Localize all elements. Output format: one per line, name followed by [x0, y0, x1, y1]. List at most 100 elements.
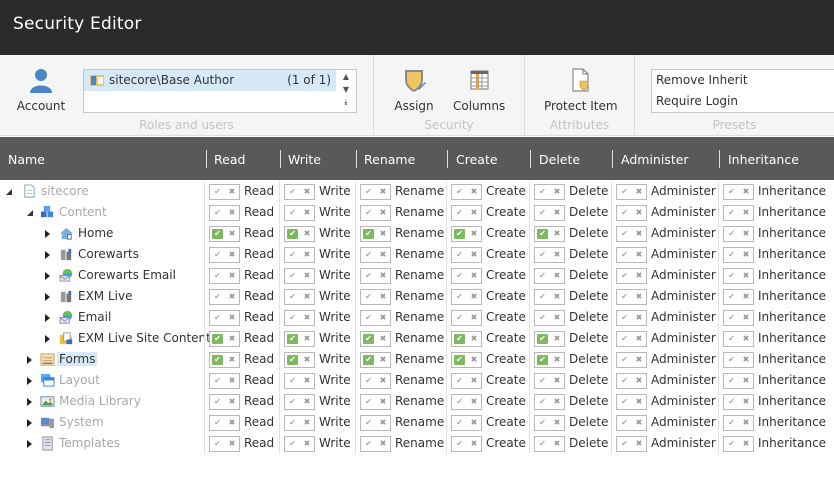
- allow-unchecked-icon[interactable]: ✔: [212, 250, 223, 260]
- allow-unchecked-icon[interactable]: ✔: [287, 250, 298, 260]
- permission-toggle-create[interactable]: ✔ ✖: [451, 184, 482, 200]
- deny-icon[interactable]: ✖: [227, 187, 237, 197]
- deny-icon[interactable]: ✖: [634, 229, 644, 239]
- allow-unchecked-icon[interactable]: ✔: [726, 397, 737, 407]
- deny-icon[interactable]: ✖: [227, 397, 237, 407]
- deny-icon[interactable]: ✖: [302, 250, 312, 260]
- deny-icon[interactable]: ✖: [227, 292, 237, 302]
- allow-unchecked-icon[interactable]: ✔: [212, 271, 223, 281]
- allow-unchecked-icon[interactable]: ✔: [537, 376, 548, 386]
- deny-icon[interactable]: ✖: [469, 250, 479, 260]
- permission-toggle-rename[interactable]: ✔ ✖: [360, 415, 391, 431]
- permission-toggle-delete[interactable]: ✔ ✖: [534, 373, 565, 389]
- deny-icon[interactable]: ✖: [378, 229, 388, 239]
- tree-row-content[interactable]: Content ✔ ✖ Read ✔ ✖ Write ✔ ✖ Rename ✔ ✖ Create ✔ ✖ De…: [0, 202, 834, 223]
- protect-item-button[interactable]: Protect Item: [544, 67, 618, 113]
- allow-unchecked-icon[interactable]: ✔: [537, 439, 548, 449]
- allow-unchecked-icon[interactable]: ✔: [363, 418, 374, 428]
- permission-toggle-create[interactable]: ✔ ✖: [451, 268, 482, 284]
- allow-unchecked-icon[interactable]: ✔: [287, 439, 298, 449]
- permission-toggle-write[interactable]: ✔ ✖: [284, 205, 315, 221]
- allow-checked-icon[interactable]: ✔: [287, 334, 298, 344]
- column-header-read[interactable]: Read: [214, 152, 245, 167]
- tree-row-exm-live-site-content[interactable]: EXM Live Site Content ✔ ✖ Read ✔ ✖ Write ✔ ✖ Rena…: [0, 328, 834, 349]
- allow-unchecked-icon[interactable]: ✔: [537, 208, 548, 218]
- presets-list[interactable]: Remove Inherit Require Login: [651, 69, 834, 113]
- deny-icon[interactable]: ✖: [302, 208, 312, 218]
- permission-toggle-administer[interactable]: ✔ ✖: [616, 373, 647, 389]
- tree-node-label[interactable]: EXM Live Site Content: [76, 331, 213, 345]
- permission-toggle-create[interactable]: ✔ ✖: [451, 310, 482, 326]
- tree-node-label[interactable]: Content: [57, 205, 109, 219]
- permission-toggle-delete[interactable]: ✔ ✖: [534, 352, 565, 368]
- preset-require-login[interactable]: Require Login: [652, 91, 834, 112]
- allow-unchecked-icon[interactable]: ✔: [363, 271, 374, 281]
- deny-icon[interactable]: ✖: [741, 292, 751, 302]
- permission-toggle-delete[interactable]: ✔ ✖: [534, 415, 565, 431]
- roles-list-scroller[interactable]: ▲ ▼ ⯯: [336, 70, 356, 112]
- permission-toggle-rename[interactable]: ✔ ✖: [360, 352, 391, 368]
- allow-unchecked-icon[interactable]: ✔: [619, 292, 630, 302]
- permission-toggle-inheritance[interactable]: ✔ ✖: [723, 352, 754, 368]
- allow-unchecked-icon[interactable]: ✔: [454, 418, 465, 428]
- deny-icon[interactable]: ✖: [378, 376, 388, 386]
- deny-icon[interactable]: ✖: [634, 334, 644, 344]
- deny-icon[interactable]: ✖: [552, 208, 562, 218]
- allow-unchecked-icon[interactable]: ✔: [454, 397, 465, 407]
- column-header-inheritance[interactable]: Inheritance: [728, 152, 799, 167]
- permission-toggle-inheritance[interactable]: ✔ ✖: [723, 184, 754, 200]
- deny-icon[interactable]: ✖: [634, 397, 644, 407]
- permission-toggle-create[interactable]: ✔ ✖: [451, 352, 482, 368]
- allow-checked-icon[interactable]: ✔: [537, 355, 548, 365]
- expand-arrow-icon[interactable]: [45, 230, 50, 238]
- deny-icon[interactable]: ✖: [302, 313, 312, 323]
- allow-unchecked-icon[interactable]: ✔: [619, 376, 630, 386]
- allow-unchecked-icon[interactable]: ✔: [537, 292, 548, 302]
- deny-icon[interactable]: ✖: [302, 397, 312, 407]
- deny-icon[interactable]: ✖: [741, 418, 751, 428]
- deny-icon[interactable]: ✖: [634, 208, 644, 218]
- allow-unchecked-icon[interactable]: ✔: [287, 292, 298, 302]
- permission-toggle-write[interactable]: ✔ ✖: [284, 247, 315, 263]
- permission-toggle-administer[interactable]: ✔ ✖: [616, 268, 647, 284]
- permission-toggle-read[interactable]: ✔ ✖: [209, 415, 240, 431]
- permission-toggle-administer[interactable]: ✔ ✖: [616, 247, 647, 263]
- allow-unchecked-icon[interactable]: ✔: [537, 271, 548, 281]
- permission-toggle-write[interactable]: ✔ ✖: [284, 226, 315, 242]
- deny-icon[interactable]: ✖: [741, 397, 751, 407]
- tree-row-layout[interactable]: Layout ✔ ✖ Read ✔ ✖ Write ✔ ✖ Rename ✔ ✖ Create ✔ ✖ Del…: [0, 370, 834, 391]
- column-header-name[interactable]: Name: [8, 152, 45, 167]
- deny-icon[interactable]: ✖: [634, 271, 644, 281]
- deny-icon[interactable]: ✖: [469, 208, 479, 218]
- permission-toggle-rename[interactable]: ✔ ✖: [360, 205, 391, 221]
- allow-checked-icon[interactable]: ✔: [363, 334, 374, 344]
- expand-arrow-icon[interactable]: [27, 440, 32, 448]
- allow-unchecked-icon[interactable]: ✔: [619, 334, 630, 344]
- tree-row-exm-live[interactable]: EXM Live ✔ ✖ Read ✔ ✖ Write ✔ ✖ Rename ✔ ✖ Create ✔ ✖ D…: [0, 286, 834, 307]
- allow-unchecked-icon[interactable]: ✔: [726, 229, 737, 239]
- permission-toggle-write[interactable]: ✔ ✖: [284, 331, 315, 347]
- permission-toggle-read[interactable]: ✔ ✖: [209, 226, 240, 242]
- deny-icon[interactable]: ✖: [552, 355, 562, 365]
- tree-row-media-library[interactable]: Media Library ✔ ✖ Read ✔ ✖ Write ✔ ✖ Rename ✔ ✖ Crea…: [0, 391, 834, 412]
- collapse-arrow-icon[interactable]: [27, 210, 33, 216]
- deny-icon[interactable]: ✖: [302, 439, 312, 449]
- permission-toggle-create[interactable]: ✔ ✖: [451, 436, 482, 452]
- permission-toggle-administer[interactable]: ✔ ✖: [616, 310, 647, 326]
- roles-and-users-list[interactable]: sitecore\Base Author (1 of 1) ▲ ▼ ⯯: [83, 69, 357, 113]
- expand-arrow-icon[interactable]: [27, 356, 32, 364]
- allow-checked-icon[interactable]: ✔: [454, 229, 465, 239]
- allow-unchecked-icon[interactable]: ✔: [454, 187, 465, 197]
- allow-unchecked-icon[interactable]: ✔: [454, 439, 465, 449]
- tree-row-corewarts-email[interactable]: Corewarts Email ✔ ✖ Read ✔ ✖ Write ✔ ✖ Rename ✔ ✖ Cr…: [0, 265, 834, 286]
- allow-unchecked-icon[interactable]: ✔: [537, 313, 548, 323]
- permission-toggle-administer[interactable]: ✔ ✖: [616, 205, 647, 221]
- deny-icon[interactable]: ✖: [227, 250, 237, 260]
- permission-toggle-read[interactable]: ✔ ✖: [209, 205, 240, 221]
- permission-toggle-write[interactable]: ✔ ✖: [284, 436, 315, 452]
- permission-toggle-read[interactable]: ✔ ✖: [209, 394, 240, 410]
- permission-toggle-rename[interactable]: ✔ ✖: [360, 310, 391, 326]
- allow-checked-icon[interactable]: ✔: [537, 334, 548, 344]
- deny-icon[interactable]: ✖: [227, 439, 237, 449]
- allow-unchecked-icon[interactable]: ✔: [212, 376, 223, 386]
